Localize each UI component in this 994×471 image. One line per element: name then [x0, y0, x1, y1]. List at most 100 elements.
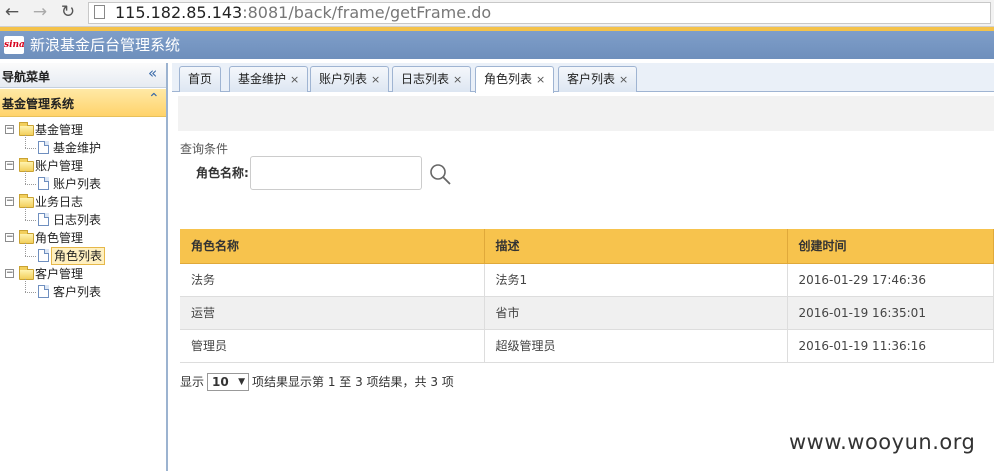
- tree-item-label: 日志列表: [53, 213, 102, 227]
- table-header-row: 角色名称 描述 创建时间: [180, 229, 994, 264]
- document-icon: [38, 141, 49, 154]
- browser-toolbar: ← → ↻ 115.182.85.143:8081/back/frame/get…: [0, 0, 994, 27]
- table-cell: 超级管理员: [484, 329, 788, 363]
- tab-label: 角色列表: [484, 72, 533, 86]
- collapse-toggle-icon[interactable]: −: [5, 269, 14, 278]
- tree-line: [25, 256, 36, 257]
- tree-item[interactable]: 角色列表: [0, 243, 160, 265]
- nav-title: 导航菜单: [2, 70, 51, 84]
- table-cell: 法务: [180, 263, 485, 297]
- tree-group[interactable]: − 基金管理: [0, 121, 160, 139]
- tree-group-label: 角色管理: [35, 231, 84, 245]
- folder-icon: [19, 230, 34, 244]
- tree-group[interactable]: − 业务日志: [0, 193, 160, 211]
- tree-group-label: 账户管理: [35, 159, 84, 173]
- page-size-value: 10: [212, 375, 229, 389]
- close-icon[interactable]: ×: [619, 73, 628, 86]
- document-icon: [38, 177, 49, 190]
- close-icon[interactable]: ×: [290, 73, 299, 86]
- section-header-fund-system[interactable]: 基金管理系统 ⌃: [0, 89, 166, 117]
- page-size-select[interactable]: 10 ▼: [207, 373, 250, 391]
- tree-group[interactable]: − 账户管理: [0, 157, 160, 175]
- table-cell: 2016-01-19 16:35:01: [787, 296, 994, 330]
- folder-icon: [19, 194, 34, 208]
- tree-item[interactable]: 日志列表: [0, 207, 160, 229]
- tab-item[interactable]: 基金维护 ×: [229, 66, 309, 92]
- table-cell: 管理员: [180, 329, 485, 363]
- close-icon[interactable]: ×: [453, 73, 462, 86]
- url-host: 115.182.85.143: [115, 3, 243, 22]
- paging-info: 显示 10 ▼ 项结果显示第 1 至 3 项结果，共 3 项: [180, 373, 454, 391]
- tab-item[interactable]: 首页: [179, 66, 222, 92]
- app-header: sina 新浪基金后台管理系统: [0, 27, 994, 59]
- tree-group[interactable]: − 角色管理: [0, 229, 160, 247]
- collapse-toggle-icon[interactable]: −: [5, 161, 14, 170]
- forward-arrow-icon[interactable]: →: [30, 2, 50, 22]
- close-icon[interactable]: ×: [371, 73, 380, 86]
- tree-item-label: 角色列表: [51, 247, 106, 265]
- query-section-title: 查询条件: [180, 142, 229, 156]
- tab-item[interactable]: 账户列表 ×: [310, 66, 390, 92]
- tab-label: 客户列表: [567, 72, 616, 86]
- address-bar[interactable]: 115.182.85.143:8081/back/frame/getFrame.…: [88, 2, 991, 24]
- tree-line: [25, 148, 36, 149]
- role-table: 角色名称 描述 创建时间 法务 法务1 2016-01-29 17:46:36 运营省…: [180, 229, 994, 363]
- table-row[interactable]: 管理员 超级管理员 2016-01-19 11:36:16: [180, 329, 994, 363]
- sidebar: 导航菜单 « 基金管理系统 ⌃ − 基金管理 基金维护 − 账户管理 账户列表 − 业务日志日…: [0, 63, 168, 471]
- close-icon[interactable]: ×: [536, 73, 545, 86]
- role-name-input[interactable]: [250, 156, 422, 190]
- table-row[interactable]: 法务 法务1 2016-01-29 17:46:36: [180, 263, 994, 297]
- tab-item[interactable]: 客户列表 ×: [558, 66, 638, 92]
- tab-bar: 首页 基金维护 × 账户列表 × 日志列表 × 角色列表 × 客户列表 ×: [172, 63, 994, 93]
- tree-group-label: 客户管理: [35, 267, 84, 281]
- tree-item[interactable]: 基金维护: [0, 135, 160, 157]
- tree-line: [25, 292, 36, 293]
- tree-item-label: 账户列表: [53, 177, 102, 191]
- table-cell: 2016-01-29 17:46:36: [787, 263, 994, 297]
- table-cell: 省市: [484, 296, 788, 330]
- tab-label: 基金维护: [238, 72, 287, 86]
- tree-line: [25, 171, 26, 184]
- table-cell: 法务1: [484, 263, 788, 297]
- reload-icon[interactable]: ↻: [58, 2, 78, 22]
- table-cell: 2016-01-19 11:36:16: [787, 329, 994, 363]
- document-icon: [38, 285, 49, 298]
- tab-label: 首页: [188, 72, 213, 86]
- collapse-toggle-icon[interactable]: −: [5, 125, 14, 134]
- tree-line: [25, 184, 36, 185]
- folder-icon: [19, 266, 34, 280]
- column-header-created-time[interactable]: 创建时间: [787, 229, 994, 264]
- column-header-role-name[interactable]: 角色名称: [180, 229, 485, 264]
- tree-item[interactable]: 客户列表: [0, 279, 160, 301]
- tab-label: 账户列表: [319, 72, 368, 86]
- tree-item[interactable]: 账户列表: [0, 171, 160, 193]
- toolbar-strip: [178, 96, 994, 131]
- show-label: 显示: [180, 375, 205, 389]
- nav-header: 导航菜单 «: [0, 63, 166, 88]
- tab-label: 日志列表: [401, 72, 450, 86]
- tree-item-label: 客户列表: [53, 285, 102, 299]
- tab-item[interactable]: 角色列表 ×: [475, 66, 555, 93]
- folder-icon: [19, 122, 34, 136]
- search-icon[interactable]: [428, 162, 452, 186]
- table-row[interactable]: 运营 省市 2016-01-19 16:35:01: [180, 296, 994, 330]
- url-path: :8081/back/frame/getFrame.do: [242, 3, 492, 22]
- tree-line: [25, 135, 26, 148]
- table-cell: 运营: [180, 296, 485, 330]
- tab-item[interactable]: 日志列表 ×: [392, 66, 472, 92]
- collapse-sidebar-icon[interactable]: «: [148, 64, 157, 82]
- collapse-toggle-icon[interactable]: −: [5, 197, 14, 206]
- role-name-label: 角色名称:: [196, 166, 249, 180]
- app-title: 新浪基金后台管理系统: [30, 36, 181, 54]
- page-icon: [94, 5, 105, 19]
- document-icon: [38, 213, 49, 226]
- tree-group-label: 基金管理: [35, 123, 84, 137]
- back-arrow-icon[interactable]: ←: [2, 2, 22, 22]
- tree-line: [25, 220, 36, 221]
- column-header-description[interactable]: 描述: [484, 229, 788, 264]
- sina-logo-icon: sina: [4, 36, 25, 54]
- watermark: www.wooyun.org: [789, 430, 976, 454]
- collapse-toggle-icon[interactable]: −: [5, 233, 14, 242]
- chevron-up-icon[interactable]: ⌃: [148, 91, 160, 107]
- tree-group[interactable]: − 客户管理: [0, 265, 160, 283]
